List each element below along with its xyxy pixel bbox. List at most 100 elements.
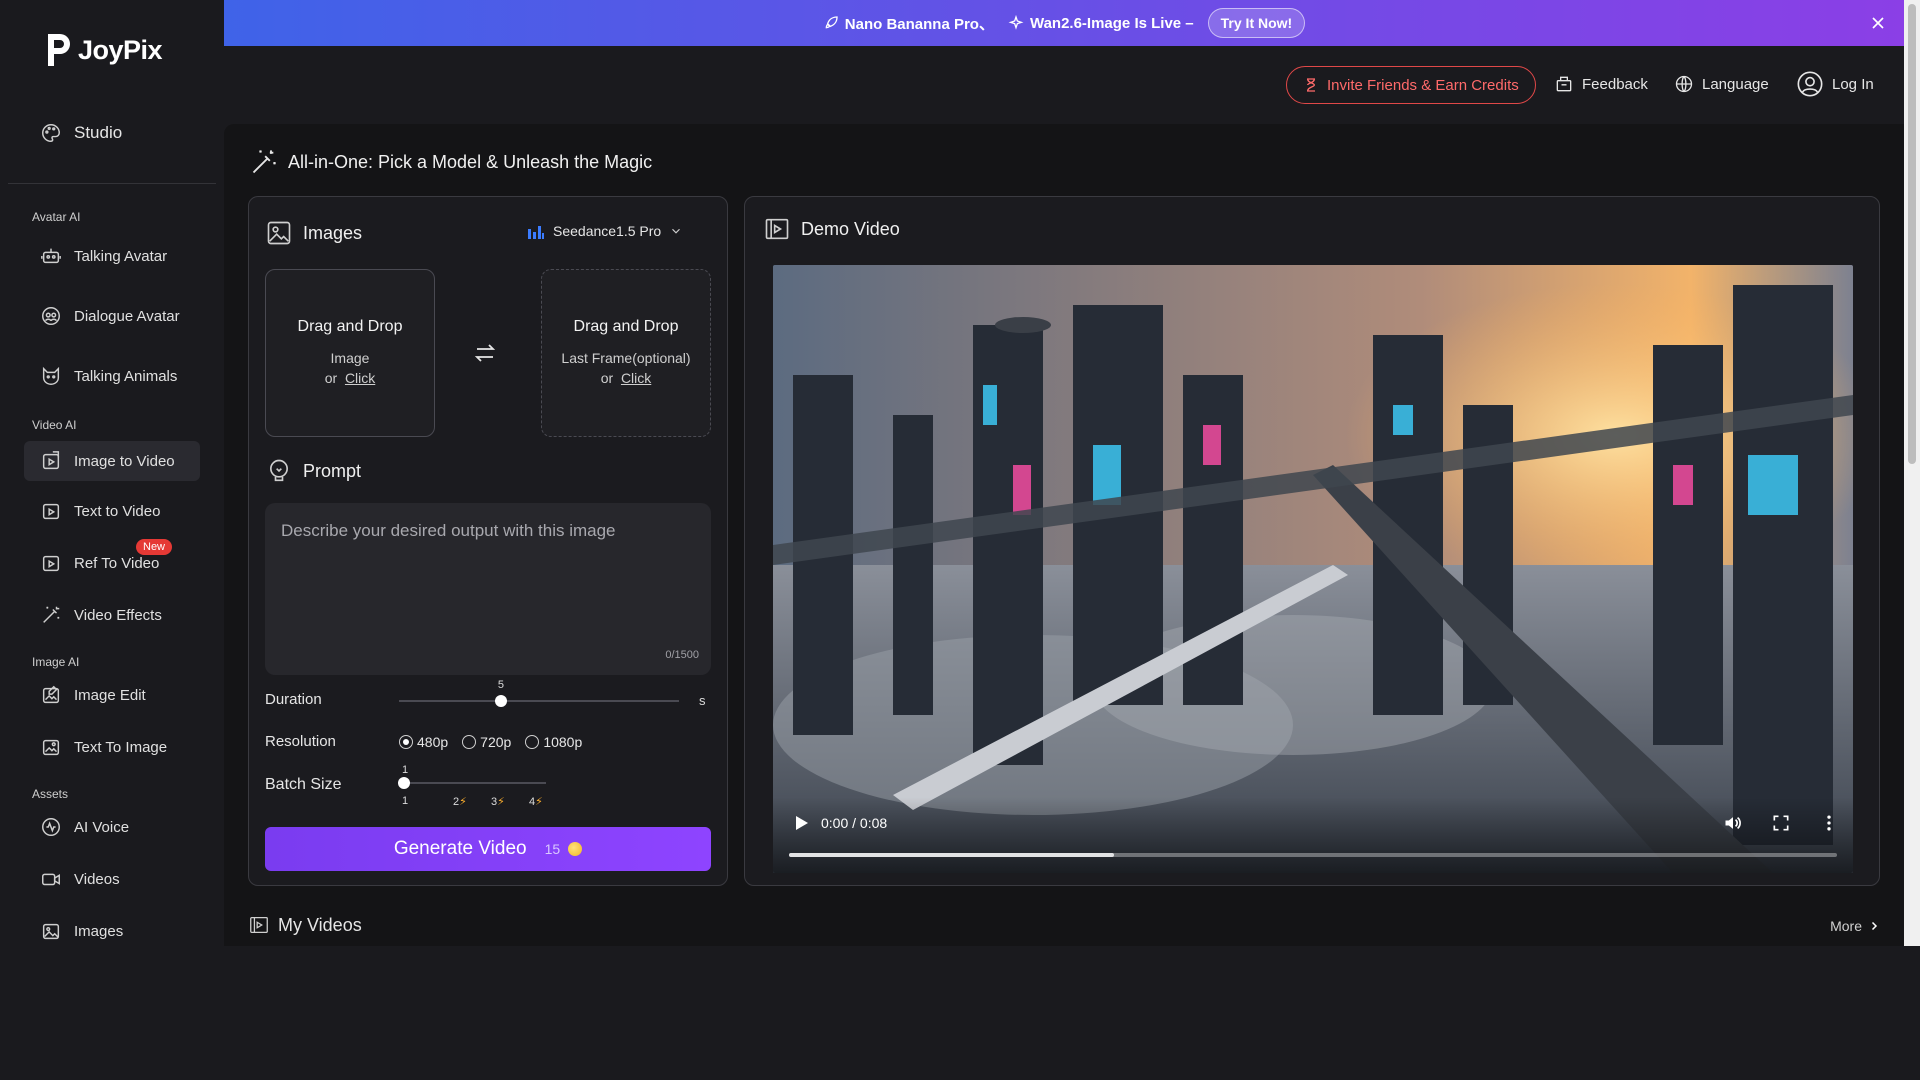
drop-subtitle: Image [330,350,370,366]
magic-wand-icon [43,606,60,623]
demo-video-label: Demo Video [801,218,900,239]
demo-video-header: Demo Video [763,215,900,243]
duration-slider-track[interactable] [399,700,679,702]
sparkle-icon [1008,15,1024,30]
try-it-now-button[interactable]: Try It Now! [1207,8,1306,38]
radio-label: 480p [417,734,449,750]
scrollbar-thumb[interactable] [1908,4,1916,464]
login-link[interactable]: Log In [1796,70,1874,98]
dialogue-faces-icon [42,307,60,325]
radio-label: 1080p [543,734,583,750]
drop-or: or [324,370,338,386]
sidebar-item-label: Images [74,922,124,940]
chevron-down-icon [672,228,681,234]
palette-icon [42,124,60,142]
user-circle-icon [1797,71,1823,97]
drop-title: Drag and Drop [573,318,679,335]
fullscreen-icon[interactable] [1771,813,1791,833]
sidebar-item-label: Text to Video [74,502,161,520]
prompt-input[interactable] [281,521,695,641]
video-progress-bar[interactable] [789,853,1837,857]
resolution-option-480p[interactable]: 480p [399,734,448,750]
sidebar-item-label: Talking Animals [74,367,178,385]
resolution-label: Resolution [265,733,336,750]
batch-slider-track[interactable] [404,782,546,784]
sidebar-item-talking-avatar[interactable]: Talking Avatar [24,236,200,276]
joypix-logo-icon [48,34,70,66]
sidebar: JoyPix Studio Avatar AI Talking Avatar D… [0,0,224,946]
sidebar-item-ref-to-video[interactable]: Ref To Video New [24,539,200,583]
section-image-ai: Image AI [32,655,80,669]
sidebar-item-images[interactable]: Images [24,911,200,951]
sidebar-item-talking-animals[interactable]: Talking Animals [24,356,200,396]
film-icon [765,218,789,240]
sidebar-item-videos[interactable]: Videos [24,859,200,899]
image-icon [267,221,291,245]
banner-item-nano: Nano Bananna Pro、 [823,13,994,34]
logo[interactable]: JoyPix [44,30,163,70]
model-name: Seedance1.5 Pro [553,223,662,239]
more-link[interactable]: More [1830,918,1880,934]
rocket-icon [825,16,838,29]
image-icon [42,923,60,940]
language-selector[interactable]: Language [1674,74,1769,94]
close-icon[interactable] [1868,13,1888,33]
demo-video-player[interactable]: 0:00 / 0:08 [773,265,1853,873]
sidebar-item-label: Image Edit [74,686,146,704]
batch-mark-2: 2⚡ [453,795,467,808]
batch-slider-thumb[interactable] [398,777,410,789]
duration-slider-thumb[interactable] [494,695,507,707]
magic-wand-icon [252,150,276,174]
more-options-icon[interactable] [1819,813,1839,833]
invite-friends-button[interactable]: Invite Friends & Earn Credits [1286,66,1536,104]
page-scrollbar[interactable] [1904,0,1920,946]
drop-or: or [600,370,614,386]
sidebar-item-image-edit[interactable]: Image Edit [24,675,200,715]
resolution-option-1080p[interactable]: 1080p [525,734,582,750]
sidebar-item-label: AI Voice [74,818,130,836]
resolution-option-720p[interactable]: 720p [462,734,511,750]
sidebar-item-ai-voice[interactable]: AI Voice [24,807,200,847]
ref-to-video-icon [42,555,60,572]
drop-click-link[interactable]: Click [621,370,651,386]
generate-video-button[interactable]: Generate Video 15 [265,827,711,871]
credit-amount: 15 [544,841,561,857]
generation-panel: Images Seedance1.5 Pro Drag and Drop Ima… [248,196,728,886]
duration-value: 5 [497,679,504,691]
banner-text-1: Nano Bananna Pro、 [844,15,994,33]
more-label: More [1830,918,1862,934]
image-drop-zone[interactable]: Drag and Drop Image or Click [265,269,435,437]
char-counter: 0/1500 [665,649,699,661]
login-label: Log In [1832,75,1874,93]
cat-face-icon [42,366,60,385]
app-root: JoyPix Studio Avatar AI Talking Avatar D… [0,0,1920,1080]
sidebar-item-text-to-video[interactable]: Text to Video [24,491,200,531]
text-to-video-icon [42,503,60,520]
radio-indicator [399,735,413,749]
sidebar-item-video-effects[interactable]: Video Effects [24,595,200,635]
feedback-link[interactable]: Feedback [1554,74,1648,94]
sidebar-item-image-to-video[interactable]: Image to Video [24,441,200,481]
model-selector[interactable]: Seedance1.5 Pro [527,223,683,239]
drop-click-link[interactable]: Click [345,370,375,386]
feedback-icon [1556,76,1572,92]
play-icon[interactable] [793,815,809,831]
my-videos-label: My Videos [278,914,362,935]
film-icon [250,917,268,933]
hourglass-icon [1307,78,1316,92]
globe-icon [1675,75,1693,93]
banner-item-wan: Wan2.6-Image Is Live – [1008,15,1194,32]
sidebar-item-label: Image to Video [74,452,175,470]
batch-size-label: Batch Size [265,776,342,793]
sidebar-item-text-to-image[interactable]: Text To Image [24,727,200,767]
volume-icon[interactable] [1723,813,1743,833]
robot-icon [41,248,61,264]
last-frame-drop-zone[interactable]: Drag and Drop Last Frame(optional) or Cl… [541,269,711,437]
generate-label: Generate Video [393,838,527,859]
lightbulb-icon [270,459,288,482]
image-edit-icon [42,685,60,704]
sidebar-item-studio[interactable]: Studio [40,122,122,144]
radio-label: 720p [480,734,512,750]
swap-arrows-icon[interactable] [473,341,497,365]
sidebar-item-dialogue-avatar[interactable]: Dialogue Avatar [24,296,200,336]
